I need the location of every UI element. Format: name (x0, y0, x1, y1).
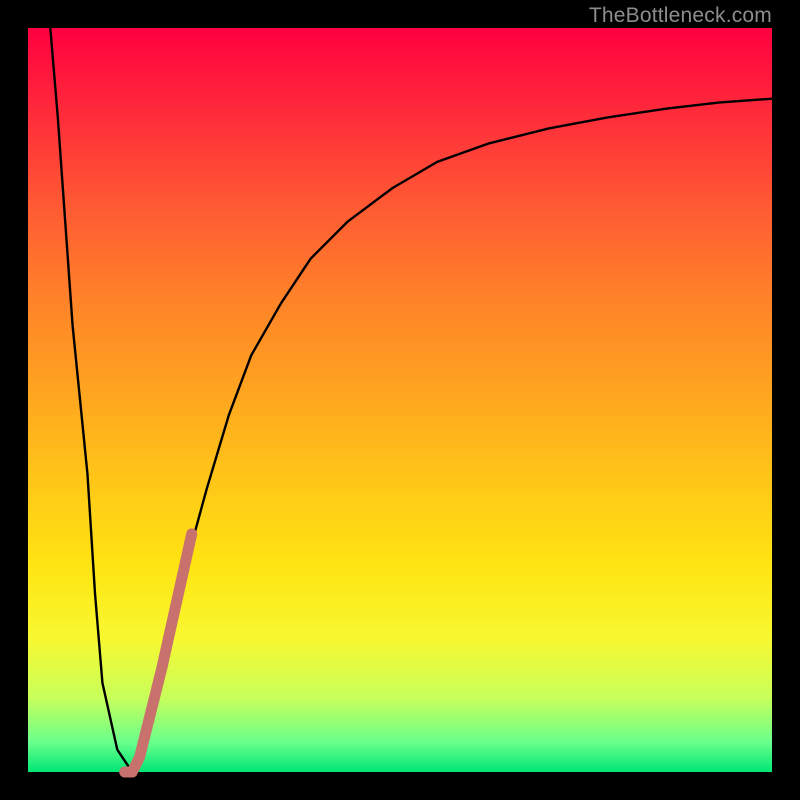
highlight-segment-path (125, 534, 192, 772)
chart-overlay (0, 0, 800, 800)
outer-frame: TheBottleneck.com (0, 0, 800, 800)
